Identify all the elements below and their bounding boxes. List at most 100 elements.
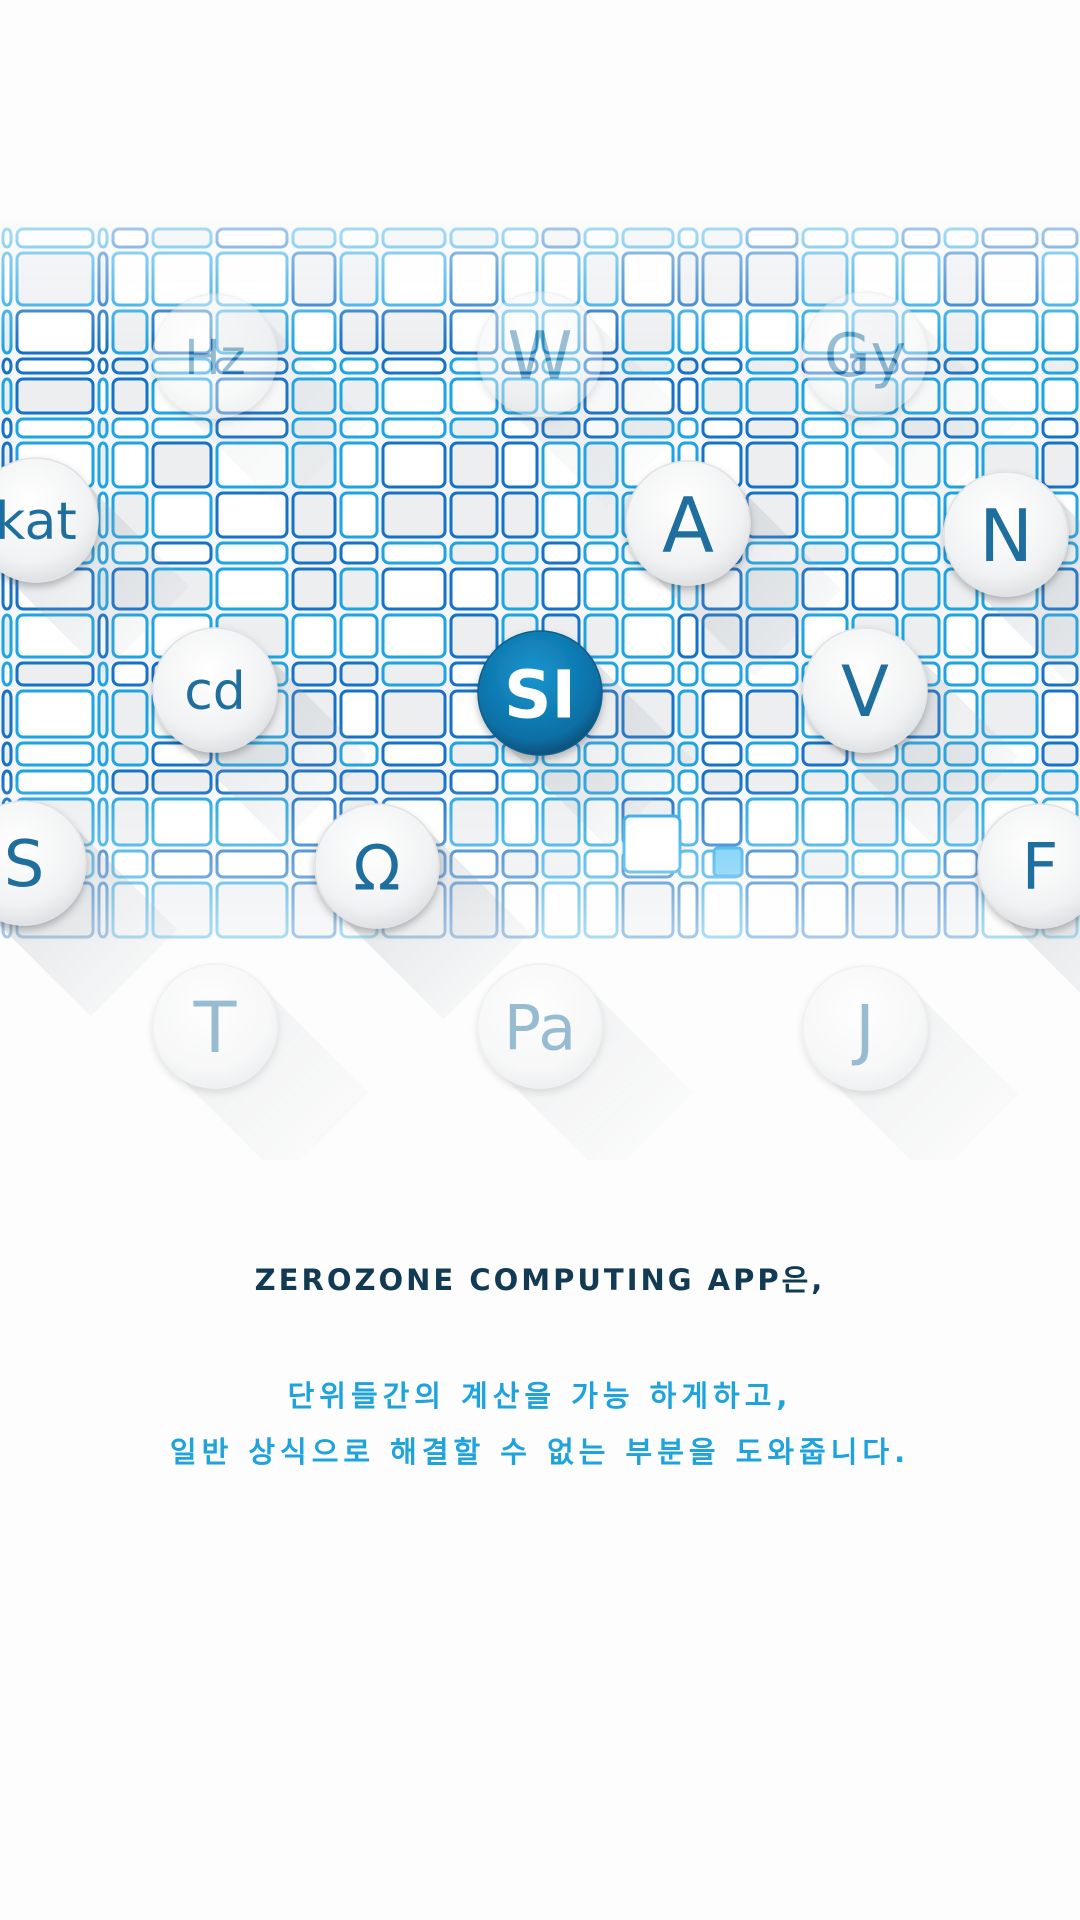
grid-cell — [215, 881, 289, 939]
grid-cell — [621, 309, 675, 355]
grid-cell — [583, 251, 619, 307]
grid-cell — [97, 417, 109, 439]
grid-cell — [339, 541, 379, 565]
grid-cell — [745, 769, 799, 795]
grid-cell — [15, 309, 95, 355]
grid-cell — [677, 881, 699, 939]
intro-copy: ZEROZONE COMPUTING APP은, 단위들간의 계산을 가능 하게… — [0, 1260, 1080, 1480]
grid-cell — [851, 881, 899, 939]
grid-cell — [851, 541, 899, 565]
grid-cell — [801, 797, 849, 847]
grid-cell — [943, 251, 979, 307]
grid-cell — [677, 357, 699, 375]
grid-cell — [215, 849, 289, 879]
grid-cell — [449, 227, 499, 249]
unit-a-label: A — [662, 481, 714, 570]
grid-cell — [151, 769, 213, 795]
grid-cell — [381, 769, 447, 795]
grid-cell — [381, 441, 447, 489]
grid-cell — [215, 541, 289, 565]
grid-cell — [745, 309, 799, 355]
grid-cell — [1, 741, 13, 767]
grid-cell — [339, 491, 379, 539]
grid-cell — [981, 251, 1039, 307]
grid-cell — [583, 881, 619, 939]
grid-cell — [541, 491, 581, 539]
grid-cell — [943, 613, 979, 659]
grid-cell — [541, 849, 581, 879]
grid-cell — [621, 613, 675, 659]
unit-pa-label: Pa — [504, 992, 577, 1065]
grid-cell — [291, 491, 337, 539]
grid-cell — [339, 661, 379, 687]
grid-cell — [15, 417, 95, 439]
unit-n-label: N — [979, 494, 1033, 578]
grid-cell — [677, 613, 699, 659]
unit-v-label: V — [841, 651, 889, 733]
grid-cell — [15, 769, 95, 795]
grid-cell — [15, 227, 95, 249]
grid-cell — [981, 309, 1039, 355]
grid-cell — [97, 769, 109, 795]
grid-cell — [449, 741, 499, 767]
grid-cell — [851, 227, 899, 249]
grid-cell — [583, 849, 619, 879]
grid-cell — [339, 251, 379, 307]
grid-cell — [111, 417, 149, 439]
grid-cell — [745, 227, 799, 249]
description-line-1: 단위들간의 계산을 가능 하게하고, — [287, 1379, 793, 1413]
grid-cell — [745, 417, 799, 439]
grid-cell — [111, 309, 149, 355]
grid-cell — [1041, 377, 1079, 415]
grid-cell — [151, 227, 213, 249]
grid-cell — [801, 227, 849, 249]
grid-cell — [1041, 357, 1079, 375]
grid-cell — [1041, 251, 1079, 307]
grid-cell — [501, 769, 539, 795]
grid-cell — [901, 567, 941, 611]
si-units-illustration: Hz W Gy kat A Ncd SI V S Ω F T Pa J — [0, 0, 1080, 1160]
unit-hz-label: Hz — [184, 330, 245, 386]
grid-cell — [111, 797, 149, 847]
grid-cell — [291, 251, 337, 307]
grid-cell — [1, 769, 13, 795]
grid-cell — [111, 357, 149, 375]
grid-cell — [381, 741, 447, 767]
grid-cell — [1, 613, 13, 659]
grid-cell — [111, 227, 149, 249]
grid-cell — [583, 613, 619, 659]
grid-cell — [981, 357, 1039, 375]
grid-cell — [449, 567, 499, 611]
grid-cell — [901, 227, 941, 249]
grid-cell — [901, 251, 941, 307]
grid-cell — [1, 309, 13, 355]
grid-cell — [801, 491, 849, 539]
grid-cell — [621, 227, 675, 249]
grid-cell — [745, 251, 799, 307]
grid-cell — [381, 251, 447, 307]
grid-cell — [677, 227, 699, 249]
grid-cell — [339, 689, 379, 739]
grid-cell — [1, 417, 13, 439]
grid-cell — [943, 309, 979, 355]
grid-cell — [339, 357, 379, 375]
unit-t-label: T — [193, 987, 237, 1069]
grid-cell — [381, 377, 447, 415]
unit-j-bubble: J — [802, 965, 1019, 1160]
grid-cell — [449, 613, 499, 659]
grid-cell — [339, 613, 379, 659]
grid-cell — [745, 689, 799, 739]
grid-cell — [1, 661, 13, 687]
grid-cell — [381, 309, 447, 355]
grid-cell — [701, 741, 743, 767]
grid-cell — [1, 227, 13, 249]
grid-cell — [801, 849, 849, 879]
grid-cell — [111, 377, 149, 415]
onboarding-screen: Hz W Gy kat A Ncd SI V S Ω F T Pa J ZEROZONE COMPUTIN… — [0, 0, 1080, 1920]
grid-cell — [97, 251, 109, 307]
grid-cell — [97, 797, 109, 847]
grid-cell — [943, 881, 979, 939]
grid-cell — [621, 661, 675, 687]
grid-cell — [701, 881, 743, 939]
grid-cell — [541, 227, 581, 249]
